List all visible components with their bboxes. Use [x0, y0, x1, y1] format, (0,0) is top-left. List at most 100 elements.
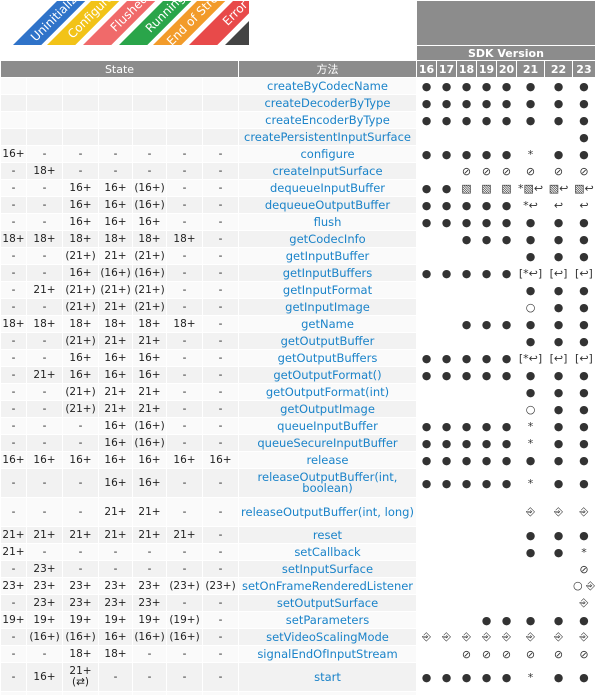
method-link[interactable]: createEncoderByType [238, 111, 417, 129]
method-link[interactable]: stop [238, 691, 417, 695]
method-link[interactable]: dequeueInputBuffer [238, 179, 417, 197]
method-link[interactable]: setOutputSurface [238, 594, 417, 612]
sdk-support-cell: ⎆ [476, 628, 497, 646]
sdk-support-cell: ● [436, 417, 457, 435]
sdk-support-cell: ○ ⎆ [572, 577, 596, 595]
state-cell: - [98, 543, 133, 561]
method-link[interactable]: setInputSurface [238, 560, 417, 578]
state-cell [0, 128, 27, 146]
method-link[interactable]: releaseOutputBuffer(int, boolean) [238, 468, 417, 498]
method-link[interactable]: getOutputImage [238, 400, 417, 418]
table-row: createPersistentInputSurface ● [0, 128, 596, 146]
method-link[interactable]: createPersistentInputSurface [238, 128, 417, 146]
state-cell: 23+ [98, 594, 133, 612]
sdk-support-cell: ⎆ [544, 628, 573, 646]
sdk-support-cell: ● [476, 417, 497, 435]
method-link[interactable]: getOutputBuffer [238, 332, 417, 350]
sdk-support-cell: ● [516, 94, 545, 112]
sdk-support-cell: ↩ [572, 196, 596, 214]
sdk-support-cell: [↩] [572, 349, 596, 367]
sdk-support-cell: ⊘ [516, 645, 545, 663]
sdk-support-cell: ● [544, 417, 573, 435]
state-cell: - [202, 497, 239, 527]
sdk-support-cell: [*↩] [516, 349, 545, 367]
sdk-support-cell [416, 281, 437, 299]
sdk-support-cell: ● [476, 230, 497, 248]
method-link[interactable]: getInputFormat [238, 281, 417, 299]
sdk-support-cell: ● [456, 315, 477, 333]
state-cell: 21+ [26, 366, 63, 384]
state-cell: - [166, 349, 203, 367]
method-link[interactable]: getInputBuffers [238, 264, 417, 282]
sdk-support-cell: ● [416, 179, 437, 197]
state-cell: - [26, 434, 63, 452]
sdk-support-cell: ● [456, 77, 477, 95]
method-link[interactable]: createInputSurface [238, 162, 417, 180]
state-cell: - [26, 145, 63, 163]
method-link[interactable]: getInputBuffer [238, 247, 417, 265]
method-link[interactable]: flush [238, 213, 417, 231]
method-link[interactable]: configure [238, 145, 417, 163]
sdk-support-cell: ● [516, 315, 545, 333]
sdk-support-cell [436, 611, 457, 629]
method-link[interactable]: queueInputBuffer [238, 417, 417, 435]
state-cell: 21+ [98, 526, 133, 544]
method-link[interactable]: getOutputFormat(int) [238, 383, 417, 401]
sdk-support-cell: ● [456, 366, 477, 384]
method-link[interactable]: createDecoderByType [238, 94, 417, 112]
sdk-support-cell: ● [496, 230, 517, 248]
method-link[interactable]: getOutputBuffers [238, 349, 417, 367]
sdk-support-cell: [*↩] [516, 264, 545, 282]
sdk-support-cell [416, 611, 437, 629]
table-row: - - (21+) 21+ 21+ - - getOutputFormat(int) ● ● ● [0, 383, 596, 401]
state-cell: - [166, 691, 203, 695]
sdk-support-cell: ● [572, 111, 596, 129]
state-cell: (16+) [132, 179, 167, 197]
sdk-support-cell: ● [544, 366, 573, 384]
state-cell: 23+ [26, 577, 63, 595]
state-cell: 16+ [62, 179, 99, 197]
state-cell: - [202, 264, 239, 282]
method-link[interactable]: signalEndOfInputStream [238, 645, 417, 663]
method-link[interactable]: createByCodecName [238, 77, 417, 95]
method-link[interactable]: releaseOutputBuffer(int, long) [238, 497, 417, 527]
method-link[interactable]: queueSecureInputBuffer [238, 434, 417, 452]
sdk-support-cell: ● [572, 451, 596, 469]
method-link[interactable]: setParameters [238, 611, 417, 629]
method-link[interactable]: dequeueOutputBuffer [238, 196, 417, 214]
method-link[interactable]: getOutputFormat() [238, 366, 417, 384]
method-link[interactable]: getInputImage [238, 298, 417, 316]
method-link[interactable]: setOnFrameRenderedListener [238, 577, 417, 595]
sdk-support-cell: ● [456, 417, 477, 435]
method-link[interactable]: release [238, 451, 417, 469]
sdk-support-cell [496, 247, 517, 265]
sdk-support-cell [476, 594, 497, 612]
table-row: 23+ 23+ 23+ 23+ 23+ (23+) (23+) setOnFrameRende… [0, 577, 596, 595]
state-cell [166, 111, 203, 129]
sdk-support-cell: ● [496, 349, 517, 367]
sdk-support-cell: ● [416, 434, 437, 452]
sdk-support-cell: ● [416, 366, 437, 384]
sdk-version-17: 17 [436, 60, 457, 78]
state-cell: - [166, 196, 203, 214]
method-link[interactable]: reset [238, 526, 417, 544]
state-cell: - [202, 543, 239, 561]
method-link[interactable]: setCallback [238, 543, 417, 561]
table-row: - -16+ (16+) (16+) - - getInputBuffers ● ● ● ● ● [*↩… [0, 264, 596, 282]
state-cell: 23+ [132, 577, 167, 595]
sdk-support-cell: ● [496, 662, 517, 692]
method-link[interactable]: start [238, 662, 417, 692]
state-cell: 16+ [98, 213, 133, 231]
sdk-support-cell: ⎆ [572, 497, 596, 527]
method-link[interactable]: getCodecInfo [238, 230, 417, 248]
sdk-support-cell [476, 560, 497, 578]
sdk-support-cell: ● [496, 468, 517, 498]
sdk-version-23: 23 [572, 60, 596, 78]
state-cell: 16+ [166, 451, 203, 469]
sdk-support-cell: ● [456, 662, 477, 692]
sdk-support-cell: ● [456, 230, 477, 248]
sdk-support-cell: ● [572, 128, 596, 146]
method-link[interactable]: getName [238, 315, 417, 333]
method-link[interactable]: setVideoScalingMode [238, 628, 417, 646]
state-cell: (16+) [132, 628, 167, 646]
